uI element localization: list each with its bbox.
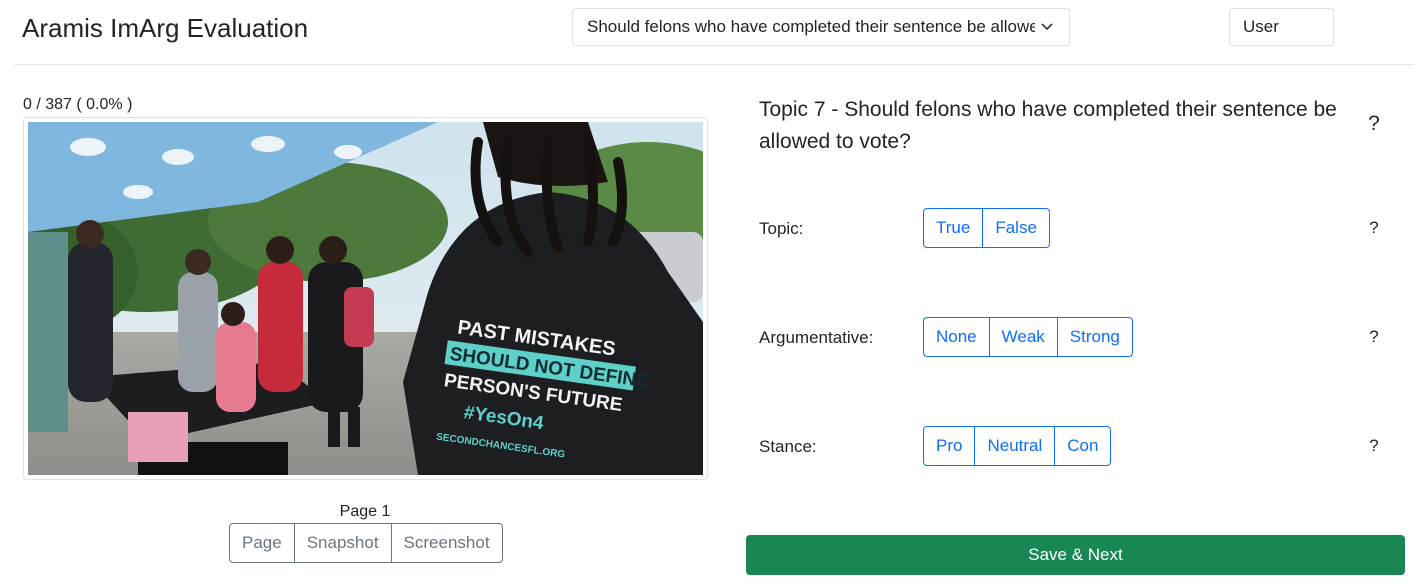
topic-help-icon[interactable]: ? (1366, 112, 1382, 136)
argumentative-none-button[interactable]: None (923, 317, 990, 357)
screenshot-view-button[interactable]: Screenshot (390, 523, 503, 563)
argumentative-help-icon[interactable]: ? (1366, 327, 1382, 347)
view-mode-group: Page Snapshot Screenshot (229, 523, 503, 563)
argumentative-weak-button[interactable]: Weak (988, 317, 1058, 357)
topic-true-button[interactable]: True (923, 208, 984, 248)
stance-choice-group: Pro Neutral Con (923, 426, 1112, 466)
page-view-button[interactable]: Page (229, 523, 295, 563)
header-divider (14, 64, 1414, 65)
stance-neutral-button[interactable]: Neutral (974, 426, 1056, 466)
topic-label: Topic: (759, 219, 804, 238)
page-label: Page 1 (339, 503, 391, 520)
stance-pro-button[interactable]: Pro (923, 426, 976, 466)
stance-help-icon[interactable]: ? (1366, 436, 1382, 456)
stance-label: Stance: (759, 437, 817, 456)
save-next-button[interactable]: Save & Next (746, 535, 1405, 575)
app-title: Aramis ImArg Evaluation (22, 13, 309, 43)
topic-heading: Topic 7 - Should felons who have complet… (759, 98, 1337, 153)
topic-choice-group: True False (923, 208, 1050, 248)
topic-question-help-icon[interactable]: ? (1366, 218, 1382, 238)
argumentative-strong-button[interactable]: Strong (1056, 317, 1133, 357)
snapshot-view-button[interactable]: Snapshot (293, 523, 392, 563)
topic-false-button[interactable]: False (982, 208, 1050, 248)
progress-counter: 0 / 387 ( 0.0% ) (23, 96, 133, 113)
chevron-down-icon (1041, 9, 1053, 58)
stance-con-button[interactable]: Con (1054, 426, 1112, 466)
argumentative-choice-group: None Weak Strong (923, 317, 1133, 357)
user-field[interactable]: User (1229, 8, 1334, 46)
image-frame: PAST MISTAKES SHOULD NOT DEFINE PERSON'S… (23, 117, 708, 480)
argumentative-label: Argumentative: (759, 328, 874, 347)
topic-select[interactable]: Should felons who have completed their s… (572, 8, 1070, 46)
photo-illustration: PAST MISTAKES SHOULD NOT DEFINE PERSON'S… (28, 122, 703, 475)
argument-image: PAST MISTAKES SHOULD NOT DEFINE PERSON'S… (28, 122, 703, 475)
topic-select-value: Should felons who have completed their s… (587, 17, 1035, 36)
